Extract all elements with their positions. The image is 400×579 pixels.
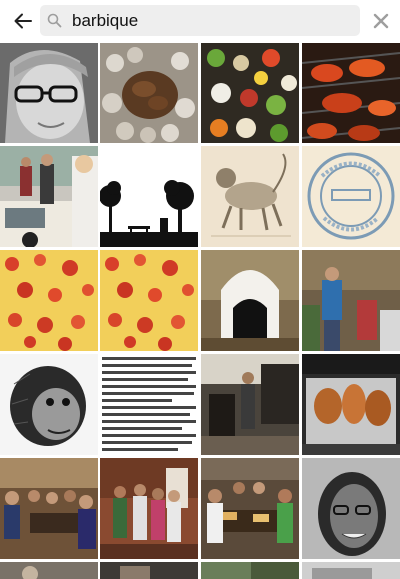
back-arrow-icon (14, 13, 32, 29)
result-image[interactable] (100, 43, 198, 143)
monkey-engraving-image (201, 146, 299, 247)
french-text-page-image (100, 354, 198, 455)
outdoor-oven-image (201, 250, 299, 351)
result-image[interactable] (100, 562, 198, 579)
back-button[interactable] (10, 9, 36, 33)
result-image[interactable] (0, 250, 98, 351)
search-header: barbique (0, 0, 400, 42)
result-image[interactable] (302, 250, 400, 351)
pizza-image (0, 250, 98, 351)
close-icon (373, 13, 389, 29)
result-image[interactable] (302, 458, 400, 559)
partial-image (0, 562, 98, 579)
pizza-duplicate-image (100, 250, 198, 351)
result-image[interactable] (0, 43, 98, 143)
result-image[interactable] (302, 562, 400, 579)
man-at-grill-image (302, 250, 400, 351)
grilled-food-foil-image (302, 354, 400, 455)
grilled-crayfish-image (302, 43, 400, 143)
smiling-woman-image (302, 458, 400, 559)
result-image[interactable] (0, 562, 98, 579)
result-image[interactable] (100, 146, 198, 247)
result-image[interactable] (0, 146, 98, 247)
result-image[interactable] (201, 43, 299, 143)
partial-image (201, 562, 299, 579)
group-standing-image (100, 458, 198, 559)
image-results-grid (0, 43, 400, 579)
vegetable-kebabs-image (201, 43, 299, 143)
search-icon (47, 13, 62, 28)
result-image[interactable] (100, 354, 198, 455)
group-dinner-image (0, 458, 98, 559)
result-image[interactable] (302, 146, 400, 247)
result-image[interactable] (201, 562, 299, 579)
result-image[interactable] (302, 354, 400, 455)
silhouette-picnic-image (100, 146, 198, 247)
result-image[interactable] (201, 250, 299, 351)
result-image[interactable] (100, 250, 198, 351)
clear-search-button[interactable] (370, 10, 392, 32)
people-by-car-image (0, 146, 98, 247)
partial-image (100, 562, 198, 579)
partial-image (302, 562, 400, 579)
library-stamp-image (302, 146, 400, 247)
result-image[interactable] (0, 354, 98, 455)
grilled-meat-image (100, 43, 198, 143)
result-image[interactable] (100, 458, 198, 559)
search-query[interactable]: barbique (72, 11, 138, 30)
result-image[interactable] (201, 146, 299, 247)
result-image[interactable] (201, 354, 299, 455)
result-image[interactable] (201, 458, 299, 559)
result-image[interactable] (0, 458, 98, 559)
restaurant-bar-image (201, 354, 299, 455)
grayscale-girl-image (0, 43, 98, 143)
ape-head-engraving-image (0, 354, 98, 455)
search-input[interactable]: barbique (40, 5, 360, 36)
result-image[interactable] (302, 43, 400, 143)
family-dinner-image (201, 458, 299, 559)
